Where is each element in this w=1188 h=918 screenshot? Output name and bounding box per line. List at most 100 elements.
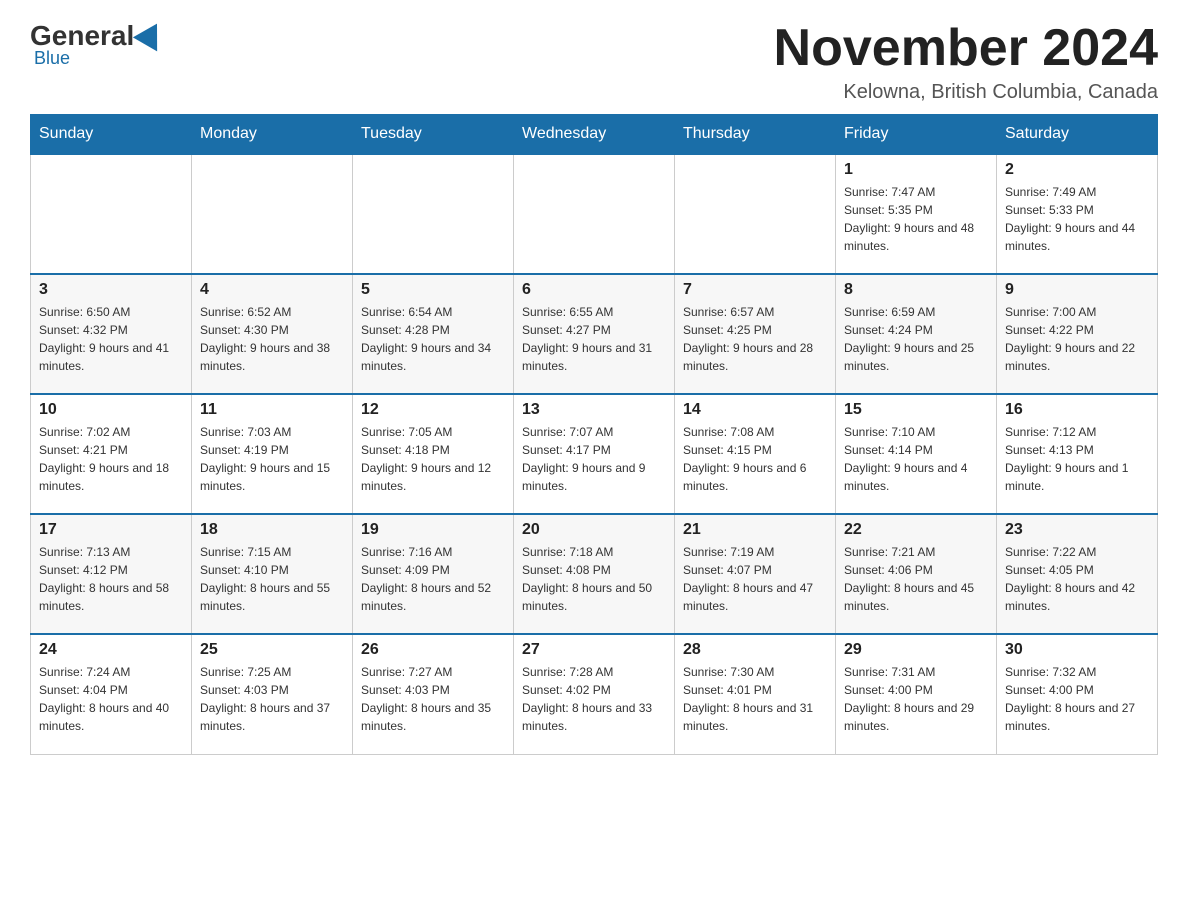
calendar-cell: 5 Sunrise: 6:54 AMSunset: 4:28 PMDaylight…: [353, 274, 514, 394]
day-info: Sunrise: 7:27 AMSunset: 4:03 PMDaylight:…: [361, 663, 505, 735]
day-number: 3: [39, 281, 183, 299]
day-number: 26: [361, 641, 505, 659]
day-number: 15: [844, 401, 988, 419]
weekday-header-friday: Friday: [836, 115, 997, 155]
calendar-cell: [675, 154, 836, 274]
day-number: 18: [200, 521, 344, 539]
day-info: Sunrise: 6:59 AMSunset: 4:24 PMDaylight:…: [844, 303, 988, 375]
day-info: Sunrise: 7:25 AMSunset: 4:03 PMDaylight:…: [200, 663, 344, 735]
day-info: Sunrise: 7:32 AMSunset: 4:00 PMDaylight:…: [1005, 663, 1149, 735]
calendar-cell: [514, 154, 675, 274]
day-number: 2: [1005, 161, 1149, 179]
calendar-week-row: 24Sunrise: 7:24 AMSunset: 4:04 PMDayligh…: [31, 634, 1158, 754]
day-number: 14: [683, 401, 827, 419]
calendar-cell: 16 Sunrise: 7:12 AMSunset: 4:13 PMDayligh…: [997, 394, 1158, 514]
calendar-cell: 25 Sunrise: 7:25 AMSunset: 4:03 PMDayligh…: [192, 634, 353, 754]
day-info: Sunrise: 6:57 AMSunset: 4:25 PMDaylight:…: [683, 303, 827, 375]
day-info: Sunrise: 7:49 AMSunset: 5:33 PMDaylight:…: [1005, 183, 1149, 255]
calendar-week-row: 1 Sunrise: 7:47 AMSunset: 5:35 PMDaylight…: [31, 154, 1158, 274]
day-info: Sunrise: 7:15 AMSunset: 4:10 PMDaylight:…: [200, 543, 344, 615]
logo-blue-text: Blue: [34, 48, 70, 69]
page-header: General Blue November 2024 Kelowna, Brit…: [30, 20, 1158, 104]
title-block: November 2024 Kelowna, British Columbia,…: [774, 20, 1158, 104]
day-info: Sunrise: 6:50 AMSunset: 4:32 PMDaylight:…: [39, 303, 183, 375]
day-number: 6: [522, 281, 666, 299]
calendar-cell: 22Sunrise: 7:21 AMSunset: 4:06 PMDayligh…: [836, 514, 997, 634]
day-info: Sunrise: 7:16 AMSunset: 4:09 PMDaylight:…: [361, 543, 505, 615]
calendar-cell: 11 Sunrise: 7:03 AMSunset: 4:19 PMDayligh…: [192, 394, 353, 514]
day-number: 19: [361, 521, 505, 539]
logo: General Blue: [30, 20, 168, 69]
calendar-week-row: 10 Sunrise: 7:02 AMSunset: 4:21 PMDayligh…: [31, 394, 1158, 514]
calendar-cell: 12 Sunrise: 7:05 AMSunset: 4:18 PMDayligh…: [353, 394, 514, 514]
location-text: Kelowna, British Columbia, Canada: [774, 81, 1158, 104]
calendar-cell: 30Sunrise: 7:32 AMSunset: 4:00 PMDayligh…: [997, 634, 1158, 754]
calendar-cell: 13 Sunrise: 7:07 AMSunset: 4:17 PMDayligh…: [514, 394, 675, 514]
day-info: Sunrise: 7:08 AMSunset: 4:15 PMDaylight:…: [683, 423, 827, 495]
calendar-cell: 29 Sunrise: 7:31 AMSunset: 4:00 PMDayligh…: [836, 634, 997, 754]
day-number: 20: [522, 521, 666, 539]
weekday-header-thursday: Thursday: [675, 115, 836, 155]
day-info: Sunrise: 7:03 AMSunset: 4:19 PMDaylight:…: [200, 423, 344, 495]
day-info: Sunrise: 7:12 AMSunset: 4:13 PMDaylight:…: [1005, 423, 1149, 495]
weekday-header-sunday: Sunday: [31, 115, 192, 155]
day-number: 29: [844, 641, 988, 659]
day-number: 11: [200, 401, 344, 419]
calendar-cell: 27Sunrise: 7:28 AMSunset: 4:02 PMDayligh…: [514, 634, 675, 754]
calendar-week-row: 3 Sunrise: 6:50 AMSunset: 4:32 PMDaylight…: [31, 274, 1158, 394]
weekday-header-row: SundayMondayTuesdayWednesdayThursdayFrid…: [31, 115, 1158, 155]
day-info: Sunrise: 6:54 AMSunset: 4:28 PMDaylight:…: [361, 303, 505, 375]
calendar-cell: 23Sunrise: 7:22 AMSunset: 4:05 PMDayligh…: [997, 514, 1158, 634]
day-info: Sunrise: 7:47 AMSunset: 5:35 PMDaylight:…: [844, 183, 988, 255]
day-number: 10: [39, 401, 183, 419]
day-info: Sunrise: 7:19 AMSunset: 4:07 PMDaylight:…: [683, 543, 827, 615]
month-title: November 2024: [774, 20, 1158, 77]
calendar-cell: [353, 154, 514, 274]
day-info: Sunrise: 7:02 AMSunset: 4:21 PMDaylight:…: [39, 423, 183, 495]
calendar-table: SundayMondayTuesdayWednesdayThursdayFrid…: [30, 114, 1158, 755]
day-info: Sunrise: 6:55 AMSunset: 4:27 PMDaylight:…: [522, 303, 666, 375]
day-number: 21: [683, 521, 827, 539]
calendar-cell: 18 Sunrise: 7:15 AMSunset: 4:10 PMDayligh…: [192, 514, 353, 634]
day-info: Sunrise: 7:18 AMSunset: 4:08 PMDaylight:…: [522, 543, 666, 615]
day-number: 24: [39, 641, 183, 659]
calendar-cell: [192, 154, 353, 274]
calendar-cell: 3 Sunrise: 6:50 AMSunset: 4:32 PMDaylight…: [31, 274, 192, 394]
day-number: 4: [200, 281, 344, 299]
day-number: 13: [522, 401, 666, 419]
day-info: Sunrise: 7:31 AMSunset: 4:00 PMDaylight:…: [844, 663, 988, 735]
day-info: Sunrise: 7:13 AMSunset: 4:12 PMDaylight:…: [39, 543, 183, 615]
calendar-cell: 19 Sunrise: 7:16 AMSunset: 4:09 PMDayligh…: [353, 514, 514, 634]
day-number: 9: [1005, 281, 1149, 299]
day-number: 22: [844, 521, 988, 539]
calendar-cell: 1 Sunrise: 7:47 AMSunset: 5:35 PMDaylight…: [836, 154, 997, 274]
day-number: 28: [683, 641, 827, 659]
weekday-header-wednesday: Wednesday: [514, 115, 675, 155]
calendar-cell: 4Sunrise: 6:52 AMSunset: 4:30 PMDaylight…: [192, 274, 353, 394]
calendar-cell: 8 Sunrise: 6:59 AMSunset: 4:24 PMDaylight…: [836, 274, 997, 394]
day-info: Sunrise: 7:07 AMSunset: 4:17 PMDaylight:…: [522, 423, 666, 495]
day-number: 17: [39, 521, 183, 539]
calendar-cell: 6 Sunrise: 6:55 AMSunset: 4:27 PMDaylight…: [514, 274, 675, 394]
logo-flag-icon: [133, 17, 169, 52]
day-number: 5: [361, 281, 505, 299]
day-info: Sunrise: 7:05 AMSunset: 4:18 PMDaylight:…: [361, 423, 505, 495]
day-info: Sunrise: 7:00 AMSunset: 4:22 PMDaylight:…: [1005, 303, 1149, 375]
weekday-header-saturday: Saturday: [997, 115, 1158, 155]
day-number: 7: [683, 281, 827, 299]
calendar-cell: 26 Sunrise: 7:27 AMSunset: 4:03 PMDayligh…: [353, 634, 514, 754]
weekday-header-tuesday: Tuesday: [353, 115, 514, 155]
day-info: Sunrise: 7:30 AMSunset: 4:01 PMDaylight:…: [683, 663, 827, 735]
calendar-cell: 7 Sunrise: 6:57 AMSunset: 4:25 PMDaylight…: [675, 274, 836, 394]
day-number: 27: [522, 641, 666, 659]
day-number: 23: [1005, 521, 1149, 539]
calendar-cell: 17 Sunrise: 7:13 AMSunset: 4:12 PMDayligh…: [31, 514, 192, 634]
day-number: 25: [200, 641, 344, 659]
day-number: 12: [361, 401, 505, 419]
day-number: 1: [844, 161, 988, 179]
day-number: 16: [1005, 401, 1149, 419]
calendar-cell: 20 Sunrise: 7:18 AMSunset: 4:08 PMDayligh…: [514, 514, 675, 634]
calendar-cell: 28 Sunrise: 7:30 AMSunset: 4:01 PMDayligh…: [675, 634, 836, 754]
day-number: 8: [844, 281, 988, 299]
calendar-week-row: 17 Sunrise: 7:13 AMSunset: 4:12 PMDayligh…: [31, 514, 1158, 634]
